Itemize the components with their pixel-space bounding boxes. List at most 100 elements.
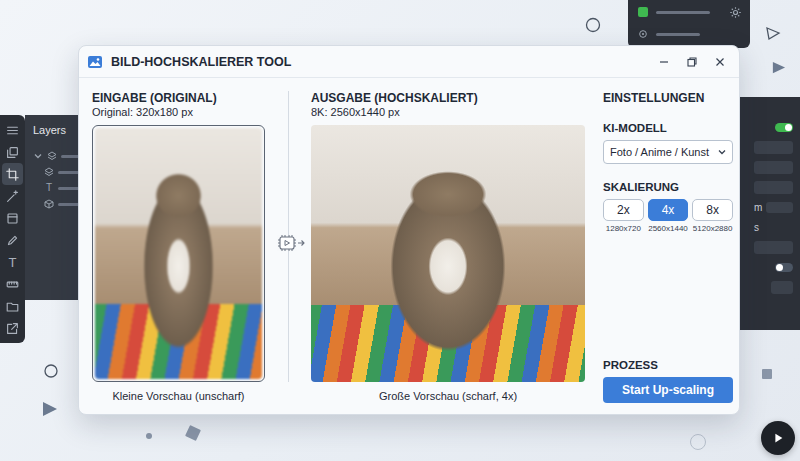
output-info: 8K: 2560x1440 px	[311, 105, 585, 119]
tool-button[interactable]	[2, 317, 23, 339]
decor-circle-icon	[43, 363, 59, 379]
toggle[interactable]	[775, 263, 793, 272]
tool-button[interactable]	[2, 295, 23, 317]
title-bar: BILD-HOCHSKALIERER TOOL	[79, 46, 739, 78]
model-label: KI-MODELL	[603, 121, 733, 135]
play-icon	[771, 431, 785, 445]
tool-button[interactable]	[2, 119, 23, 141]
desktop: T Layers T m s BILD-HOCHSKALIERER TOOL E…	[0, 0, 800, 461]
brush-icon	[6, 234, 19, 247]
tool-button[interactable]	[2, 207, 23, 229]
frame-icon	[6, 212, 19, 225]
scale-option: 4x 2560x1440	[648, 199, 689, 234]
export-icon	[6, 322, 19, 335]
decor-circle-icon	[585, 17, 601, 33]
scale-option: 8x 5120x2880	[692, 199, 733, 234]
input-info: Original: 320x180 px	[92, 105, 265, 119]
decor-square	[185, 425, 201, 441]
property-row: s	[754, 221, 793, 234]
menu-icon	[6, 124, 19, 137]
tool-button[interactable]	[2, 141, 23, 163]
tool-button[interactable]	[2, 273, 23, 295]
input-photo	[95, 128, 262, 379]
toggle-knob	[785, 124, 792, 131]
scale-resolution: 5120x2880	[693, 224, 733, 234]
checkbox[interactable]	[638, 7, 648, 17]
property-field[interactable]	[754, 181, 793, 194]
tool-button[interactable]	[2, 185, 23, 207]
restore-icon	[686, 56, 698, 68]
toggle[interactable]	[775, 123, 793, 132]
decor-triangle-icon	[42, 401, 58, 417]
play-button[interactable]	[761, 421, 795, 455]
property-label: m	[754, 201, 762, 214]
cube-icon	[44, 199, 54, 209]
output-photo	[311, 125, 585, 382]
target-icon	[638, 29, 648, 39]
output-column: AUSGABE (HOCHSKALIERT) 8K: 2560x1440 px …	[311, 91, 585, 403]
toggle-row	[754, 261, 793, 274]
decor-dot	[146, 433, 152, 439]
window-title: BILD-HOCHSKALIERER TOOL	[111, 55, 291, 69]
input-caption: Kleine Vorschau (unscharf)	[92, 389, 265, 403]
scale-resolution: 1280x720	[606, 224, 641, 234]
top-panel-row	[638, 6, 742, 18]
output-caption: Große Vorschau (scharf, 4x)	[311, 389, 585, 403]
chevron-down-icon	[717, 147, 727, 157]
property-field[interactable]	[754, 161, 793, 174]
tool-button[interactable]: T	[2, 251, 23, 273]
label-bar	[656, 33, 700, 36]
input-preview	[92, 125, 265, 382]
label-bar	[656, 11, 710, 14]
scale-resolution: 2560x1440	[648, 224, 688, 234]
spacer	[603, 234, 733, 358]
input-heading: EINGABE (ORIGINAL)	[92, 91, 265, 105]
scale-button[interactable]: 8x	[692, 199, 733, 221]
property-field[interactable]	[771, 281, 793, 294]
close-icon	[714, 56, 726, 68]
toggle-knob	[776, 264, 783, 271]
scale-button[interactable]: 4x	[648, 199, 689, 221]
wand-icon	[6, 190, 19, 203]
settings-heading: EINSTELLUNGEN	[603, 91, 733, 105]
decor-triangle-icon	[771, 60, 786, 75]
minimize-icon	[658, 56, 670, 68]
tool-bar: T	[0, 115, 25, 343]
pages-icon	[6, 146, 19, 159]
model-select[interactable]: Foto / Anime / Kunst	[603, 140, 733, 164]
upscaler-window: BILD-HOCHSKALIERER TOOL EINGABE (ORIGINA…	[78, 45, 740, 415]
scale-label: SKALIERUNG	[603, 180, 733, 194]
start-button[interactable]: Start Up-scaling	[603, 377, 733, 403]
gear-icon[interactable]	[729, 6, 742, 19]
scale-button[interactable]: 2x	[603, 199, 644, 221]
ai-chip-arrow-icon	[271, 234, 305, 252]
text-tool-glyph: T	[9, 256, 17, 269]
tool-button[interactable]	[2, 163, 23, 185]
property-label: s	[754, 221, 759, 234]
text-layer-glyph: T	[44, 183, 54, 193]
image-icon	[87, 54, 103, 70]
property-row: m	[754, 201, 793, 214]
output-heading: AUSGABE (HOCHSKALIERT)	[311, 91, 585, 105]
decor-circle	[690, 434, 706, 450]
restore-button[interactable]	[681, 51, 703, 73]
toggle-row	[754, 121, 793, 134]
window-controls	[653, 51, 731, 73]
divider	[265, 91, 311, 382]
close-button[interactable]	[709, 51, 731, 73]
property-field[interactable]	[754, 141, 793, 154]
top-panel	[628, 0, 750, 48]
process-label: PROZESS	[603, 358, 733, 372]
property-select[interactable]	[766, 202, 793, 213]
folder-icon	[6, 300, 19, 313]
decor-square	[762, 369, 772, 379]
minimize-button[interactable]	[653, 51, 675, 73]
input-column: EINGABE (ORIGINAL) Original: 320x180 px …	[92, 91, 265, 403]
chevron-icon	[33, 151, 43, 161]
tool-button[interactable]	[2, 229, 23, 251]
ruler-icon	[6, 278, 19, 291]
model-value: Foto / Anime / Kunst	[610, 146, 709, 158]
property-dropdown[interactable]	[754, 241, 793, 254]
layers-icon	[47, 151, 57, 161]
scale-options: 2x 1280x7204x 2560x14408x 5120x2880	[603, 199, 733, 234]
